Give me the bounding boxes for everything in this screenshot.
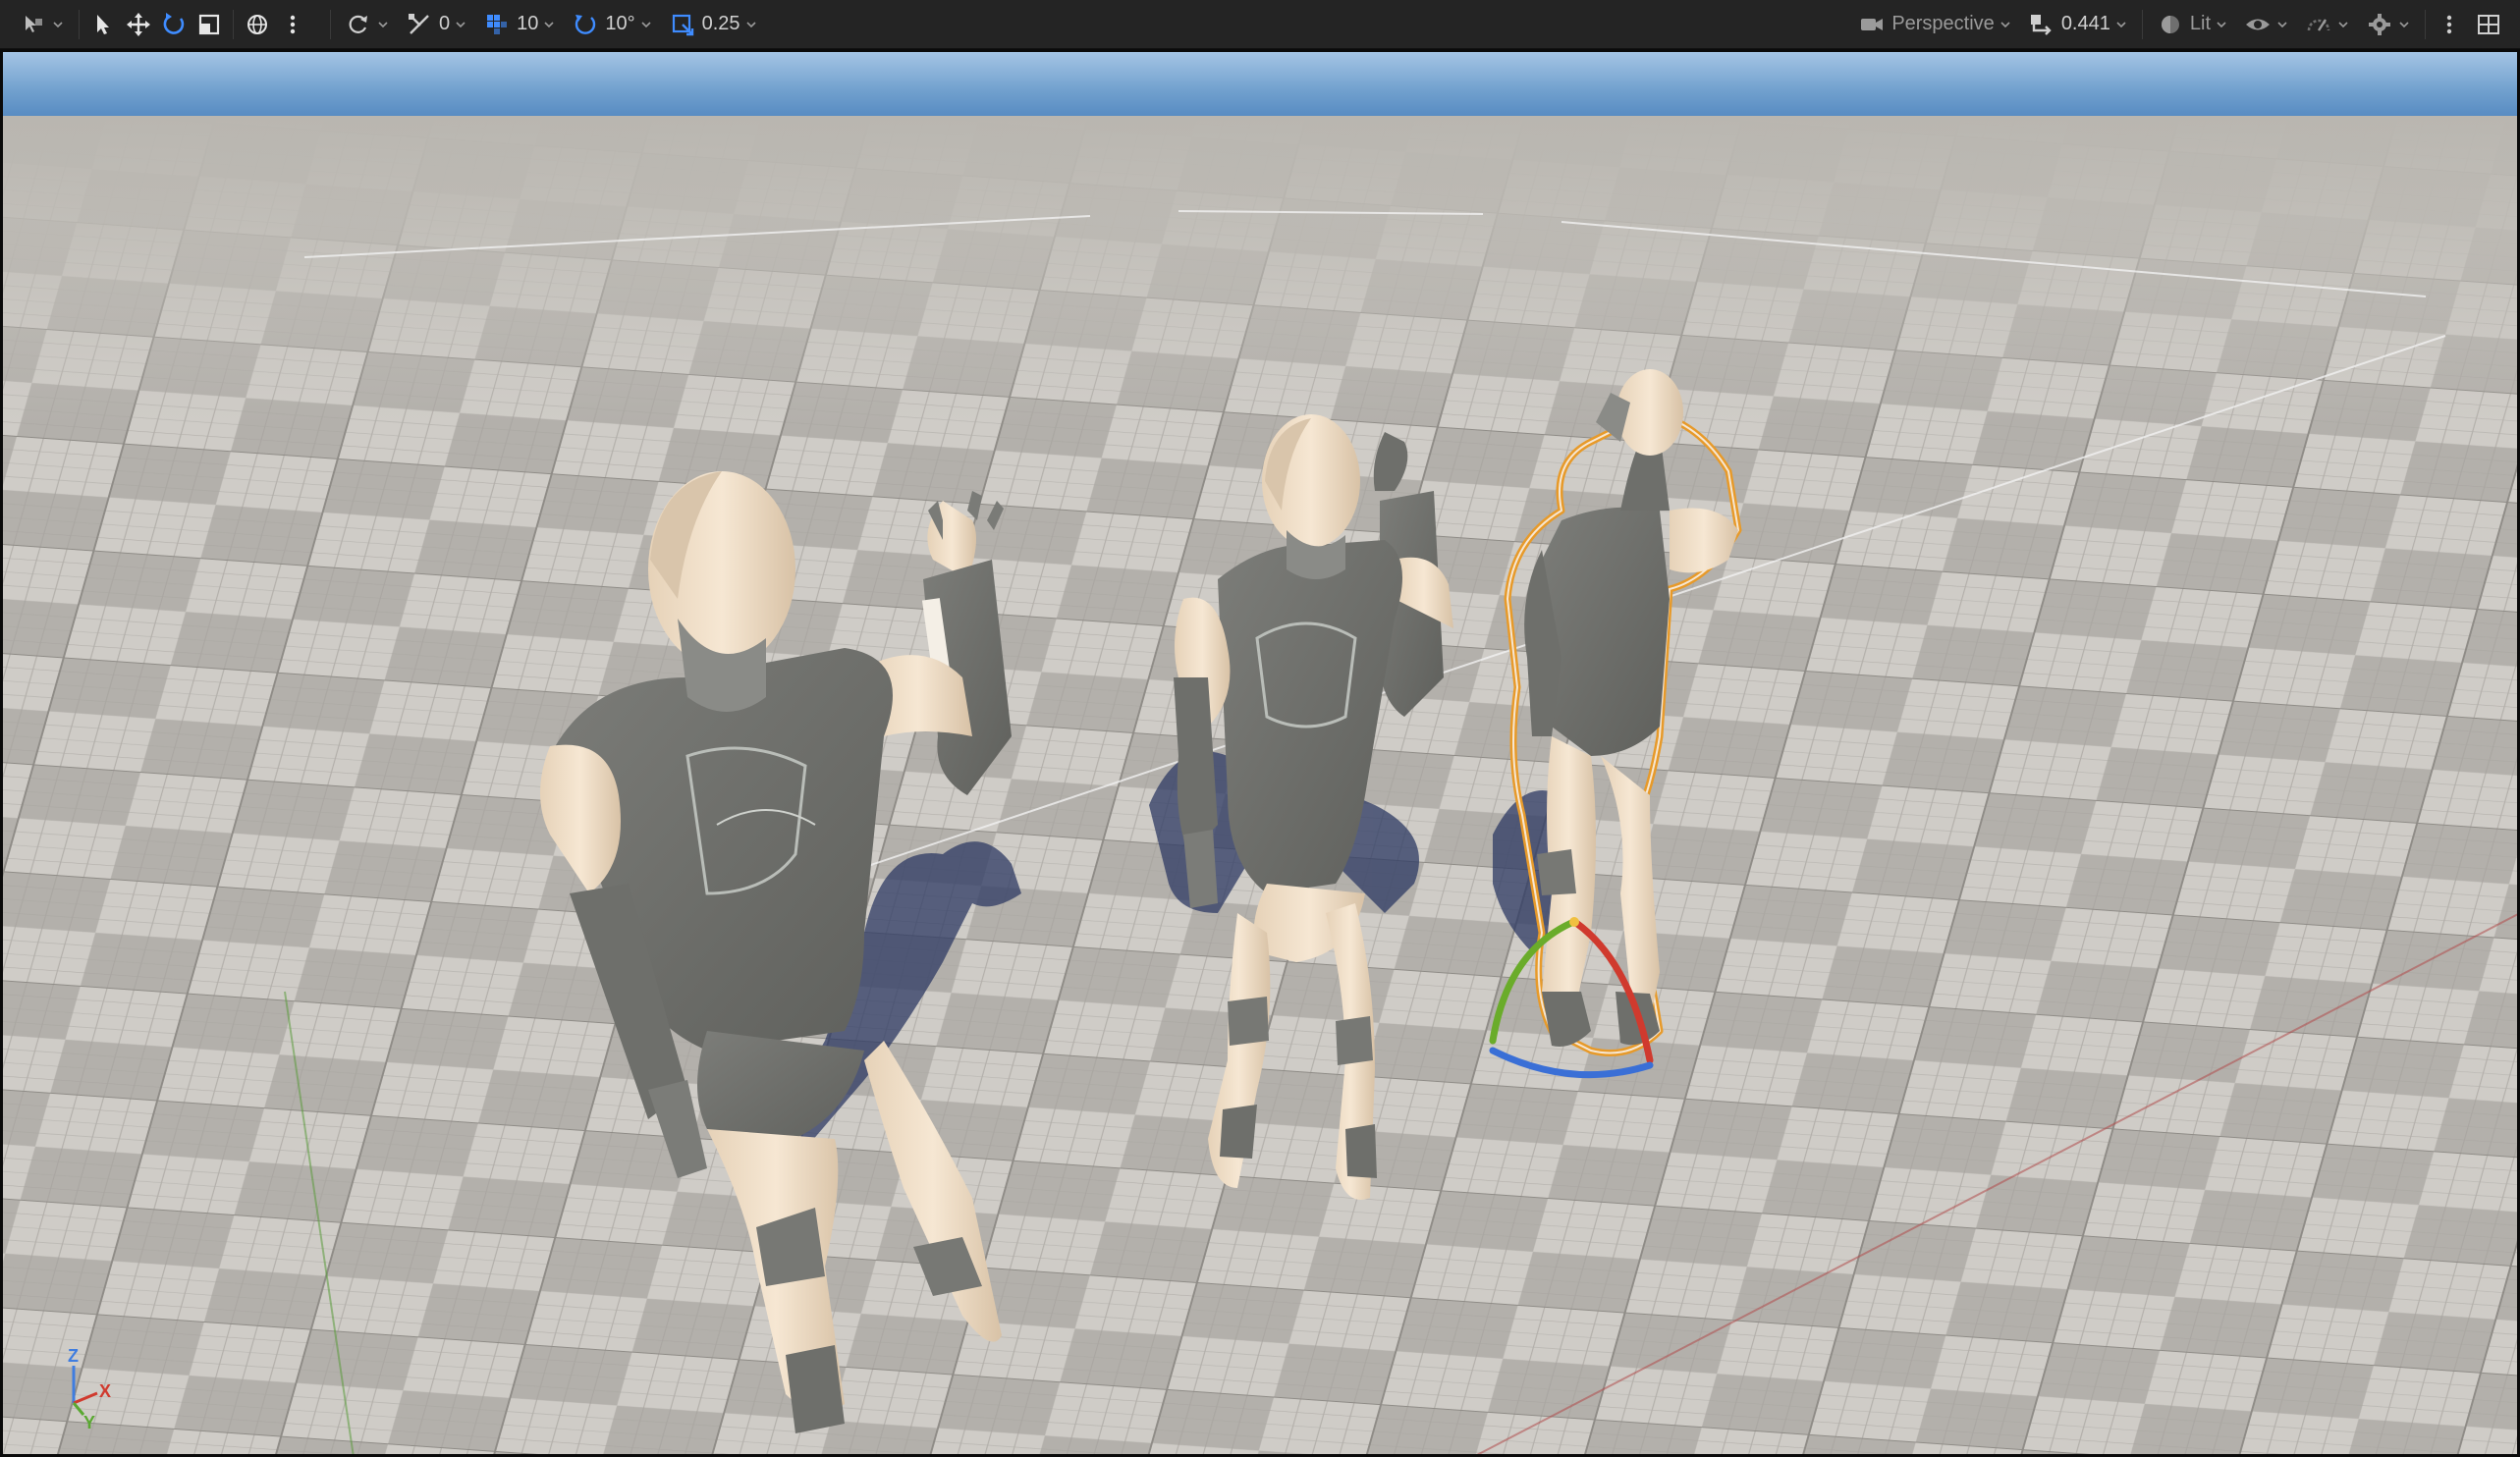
x-axis-line — [73, 1391, 98, 1405]
lit-icon — [2157, 11, 2184, 38]
translate-snap-value: 0 — [439, 13, 451, 34]
chevron-down-icon — [2000, 21, 2010, 27]
translate-snap-dropdown[interactable]: 0 — [398, 5, 475, 44]
scale-icon — [195, 11, 223, 38]
rotate-tool-button[interactable] — [156, 5, 192, 44]
select-arrow-icon — [89, 11, 117, 38]
z-axis-label: Z — [68, 1346, 79, 1366]
translate-icon — [125, 11, 152, 38]
toolbar-divider — [330, 9, 331, 39]
axis-orientation-indicator: Z X Y — [68, 1346, 111, 1432]
select-mode-dropdown[interactable] — [12, 5, 73, 44]
scale-snap-value: 0.25 — [701, 13, 740, 34]
level-editor-viewport-window: 0 10 10° 0.25 Perspective 0.441 Lit Z X … — [0, 0, 2520, 1457]
chevron-down-icon — [2338, 21, 2348, 27]
camera-speed-dropdown[interactable]: 0.441 — [2020, 5, 2136, 44]
view-mode-lit-dropdown[interactable]: Lit — [2149, 5, 2236, 44]
toolbar-divider — [79, 9, 80, 39]
lighting-mode-label: Lit — [2189, 13, 2211, 34]
viewport-settings-dropdown[interactable] — [2358, 5, 2419, 44]
settings-icon — [2366, 11, 2393, 38]
chevron-down-icon — [2277, 21, 2287, 27]
more-options-icon — [279, 11, 306, 38]
performance-scalability-dropdown[interactable] — [2297, 5, 2358, 44]
show-icon — [2244, 11, 2272, 38]
level-viewport[interactable]: Z X Y — [0, 49, 2520, 1457]
viewport-layout-button[interactable] — [2467, 5, 2510, 44]
toolbar-divider — [233, 9, 234, 39]
rotate-icon — [160, 11, 188, 38]
rotation-gizmo-pivot — [1569, 917, 1579, 927]
select-tool-button[interactable] — [85, 5, 121, 44]
grid-snap-icon — [483, 11, 511, 38]
rotation-snap-dropdown[interactable]: 10° — [564, 5, 660, 44]
toolbar-divider — [2141, 9, 2143, 39]
y-axis-label: Y — [83, 1413, 95, 1432]
camera-speed-icon — [2028, 11, 2055, 38]
chevron-down-icon — [2399, 21, 2409, 27]
scale-snap-icon — [669, 11, 696, 38]
chevron-down-icon — [745, 21, 756, 27]
chevron-down-icon — [456, 21, 466, 27]
y-axis-line — [72, 1402, 85, 1416]
coordinate-system-button[interactable] — [240, 5, 275, 44]
scale-tool-button[interactable] — [192, 5, 227, 44]
rotation-snap-value: 10° — [605, 13, 635, 34]
view-mode-dropdown[interactable]: Perspective — [1850, 5, 2020, 44]
rotation-snap-icon — [572, 11, 599, 38]
transform-tools-group: 0 10 10° 0.25 — [0, 5, 766, 44]
viewport-options-menu-button[interactable] — [2432, 5, 2467, 44]
surface-snap-icon — [345, 11, 372, 38]
view-mode-label: Perspective — [1891, 13, 1995, 34]
camera-icon — [1858, 11, 1886, 38]
chevron-down-icon — [378, 21, 388, 27]
select-mode-icon — [20, 11, 47, 38]
viewport-toolbar: 0 10 10° 0.25 Perspective 0.441 Lit — [0, 0, 2520, 49]
chevron-down-icon — [544, 21, 554, 27]
scale-snap-dropdown[interactable]: 0.25 — [661, 5, 766, 44]
scene-render — [0, 49, 2520, 1457]
x-axis-label: X — [99, 1381, 111, 1401]
chevron-down-icon — [2116, 21, 2126, 27]
translate-snap-icon — [406, 11, 433, 38]
grid-snap-value: 10 — [517, 13, 539, 34]
toolbar-divider — [2425, 9, 2426, 39]
translate-tool-button[interactable] — [121, 5, 156, 44]
chevron-down-icon — [53, 21, 63, 27]
chevron-down-icon — [2217, 21, 2226, 27]
camera-speed-value: 0.441 — [2060, 13, 2110, 34]
layout-icon — [2475, 11, 2502, 38]
view-options-group: Perspective 0.441 Lit — [1850, 5, 2520, 44]
chevron-down-icon — [641, 21, 651, 27]
grid-snap-dropdown[interactable]: 10 — [475, 5, 564, 44]
world-space-icon — [244, 11, 271, 38]
realtime-icon — [2305, 11, 2332, 38]
surface-snapping-dropdown[interactable] — [337, 5, 398, 44]
more-options-icon — [2436, 11, 2463, 38]
more-options-button[interactable] — [275, 5, 310, 44]
show-flags-dropdown[interactable] — [2236, 5, 2297, 44]
